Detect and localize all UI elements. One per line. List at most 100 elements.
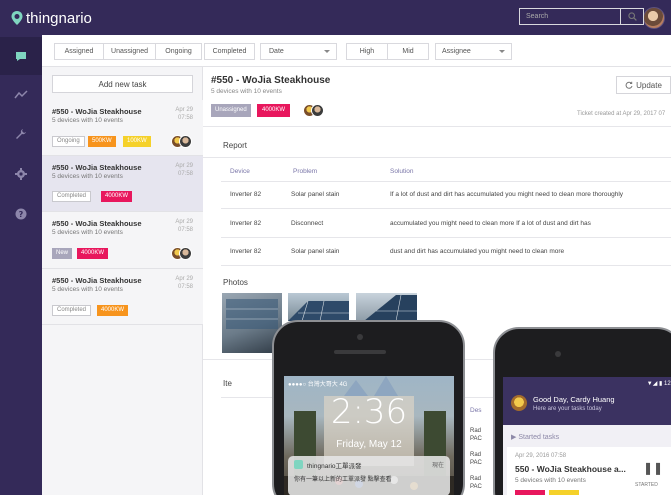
chevron-down-icon xyxy=(324,50,330,53)
photo-thumbnail[interactable] xyxy=(356,293,417,321)
photos-title: Photos xyxy=(223,278,248,287)
task-title: #550 - WoJia Steakhouse xyxy=(52,219,142,228)
cell-problem: Solar panel stain xyxy=(291,191,340,198)
cell-solution: If a lot of dust and dirt has accumulate… xyxy=(390,191,624,198)
task-date: Apr 29 07:58 xyxy=(175,107,193,121)
task-title: #550 - WoJia Steakhouse xyxy=(52,276,142,285)
task-card-mobile[interactable]: Apr 29, 2016 07:58 550 - WoJia Steakhous… xyxy=(507,447,671,495)
started-label: Started tasks xyxy=(518,434,560,441)
assignee-avatars xyxy=(303,104,325,117)
filter-high[interactable]: High xyxy=(346,43,388,60)
power-badge: 500KW xyxy=(88,136,116,147)
filter-ongoing[interactable]: Ongoing xyxy=(155,43,202,60)
gear-icon xyxy=(15,168,27,180)
lock-date: Friday, May 12 xyxy=(336,439,402,450)
status-badge: Ongoing xyxy=(52,136,85,147)
status-badge: Completed xyxy=(52,191,92,202)
greeting: Good Day, Cardy Huang xyxy=(533,395,615,404)
pause-icon[interactable]: ❚❚ xyxy=(643,461,663,475)
column-header-problem: Problem xyxy=(293,168,318,175)
task-date: Apr 29 07:58 xyxy=(175,163,193,177)
task-title: #550 - WoJia Steakhouse xyxy=(52,163,142,172)
cell-radiation: Rad xyxy=(470,476,482,482)
power-badge: 4000KW xyxy=(77,248,109,259)
app-screen: ▼◢ ▮ 12:34 Good Day, Cardy Huang Here ar… xyxy=(503,377,671,495)
refresh-icon xyxy=(625,81,633,89)
status-bar: ▼◢ ▮ 12:34 xyxy=(646,381,671,387)
phone-mockup-lockscreen: ●●●●○ 台灣大哥大 4G 2:36 Friday, May 12 thing… xyxy=(272,320,465,495)
lock-screen: ●●●●○ 台灣大哥大 4G 2:36 Friday, May 12 thing… xyxy=(284,376,454,495)
cell-pac: PAC xyxy=(470,436,482,442)
items-title: Ite xyxy=(223,379,232,388)
notification-app: thingnario工單派發 xyxy=(307,463,362,470)
task-card[interactable]: #550 - WoJia Steakhouse 5 devices with 1… xyxy=(42,156,203,212)
phone-mockup-app: ▼◢ ▮ 12:34 Good Day, Cardy Huang Here ar… xyxy=(493,327,671,495)
filter-assigned[interactable]: Assigned xyxy=(54,43,104,60)
filter-mid[interactable]: Mid xyxy=(387,43,429,60)
update-button[interactable]: Update xyxy=(616,76,671,94)
app-header: ▼◢ ▮ 12:34 Good Day, Cardy Huang Here ar… xyxy=(503,377,671,425)
camera-dot xyxy=(357,334,363,340)
trend-icon xyxy=(14,89,28,98)
filter-assignee-label: Assignee xyxy=(442,48,471,55)
avatar xyxy=(179,247,192,260)
cell-pac: PAC xyxy=(470,460,482,466)
task-date: Apr 29, 2016 07:58 xyxy=(515,453,567,459)
power-badge xyxy=(549,490,579,495)
photo-thumbnail[interactable] xyxy=(288,293,349,321)
update-label: Update xyxy=(636,80,662,90)
task-card[interactable]: #550 - WoJia Steakhouse 5 devices with 1… xyxy=(42,212,203,269)
cell-device: Inverter 82 xyxy=(230,191,262,198)
table-divider xyxy=(221,237,671,238)
sidebar-item-analytics[interactable] xyxy=(0,75,42,113)
started-section[interactable]: ▶ Started tasks xyxy=(511,433,559,441)
status-bar-carrier: ●●●●○ 台灣大哥大 4G xyxy=(288,382,348,388)
filter-date-select[interactable]: Date xyxy=(260,43,337,60)
filter-assignee-select[interactable]: Assignee xyxy=(435,43,512,60)
filter-bar: Assigned Unassigned Ongoing Completed Da… xyxy=(42,35,671,67)
svg-text:?: ? xyxy=(19,210,24,219)
add-task-button[interactable]: Add new task xyxy=(52,75,193,93)
search-button[interactable] xyxy=(620,8,644,25)
cell-pac: PAC xyxy=(470,484,482,490)
task-subtitle: 5 devices with 10 events xyxy=(52,173,123,180)
help-icon: ? xyxy=(15,208,27,220)
power-badge: 4000KW xyxy=(97,305,129,316)
status-badge: Unassigned xyxy=(211,104,251,117)
wrench-icon xyxy=(16,129,26,139)
sidebar-item-settings[interactable] xyxy=(0,155,42,193)
sidebar-item-maintenance[interactable] xyxy=(0,115,42,153)
user-avatar[interactable] xyxy=(643,7,665,29)
notification-card[interactable]: thingnario工單派發 現在 你有一筆以上新的工單派發 點擊查看 xyxy=(288,456,450,495)
task-subtitle: 5 devices with 10 events xyxy=(52,117,123,124)
report-title: Report xyxy=(223,141,248,150)
task-date: Apr 29 07:58 xyxy=(175,276,193,290)
task-card[interactable]: #550 - WoJia Steakhouse 5 devices with 1… xyxy=(42,100,203,156)
column-header-solution: Solution xyxy=(390,168,414,175)
task-date: Apr 29 07:58 xyxy=(175,219,193,233)
pin-icon xyxy=(11,11,23,25)
column-header-description: Des xyxy=(470,407,482,414)
task-subtitle: 5 devices with 10 events xyxy=(515,477,586,484)
notification-time: 現在 xyxy=(431,463,444,469)
chevron-down-icon xyxy=(499,50,505,53)
app-logo[interactable]: thingnario xyxy=(10,8,92,28)
cell-radiation: Rad xyxy=(470,428,482,434)
speaker-grille xyxy=(334,350,386,354)
search-placeholder: Search xyxy=(526,13,549,20)
task-card[interactable]: #550 - WoJia Steakhouse 5 devices with 1… xyxy=(42,269,203,325)
filter-unassigned[interactable]: Unassigned xyxy=(103,43,156,60)
sidebar-item-tasks[interactable] xyxy=(0,37,42,75)
filter-completed[interactable]: Completed xyxy=(204,43,255,60)
chat-icon xyxy=(16,51,26,61)
power-badge xyxy=(515,490,545,495)
sidebar: ? xyxy=(0,35,42,495)
status-badge: New xyxy=(52,248,73,259)
task-title: #550 - WoJia Steakhouse xyxy=(52,107,142,116)
filter-date-label: Date xyxy=(269,48,284,55)
task-subtitle: 5 devices with 10 events xyxy=(52,286,123,293)
status-badge: Completed xyxy=(52,305,92,316)
power-badge: 100KW xyxy=(123,136,151,147)
power-badge: 4000KW xyxy=(101,191,133,202)
sidebar-item-help[interactable]: ? xyxy=(0,195,42,233)
